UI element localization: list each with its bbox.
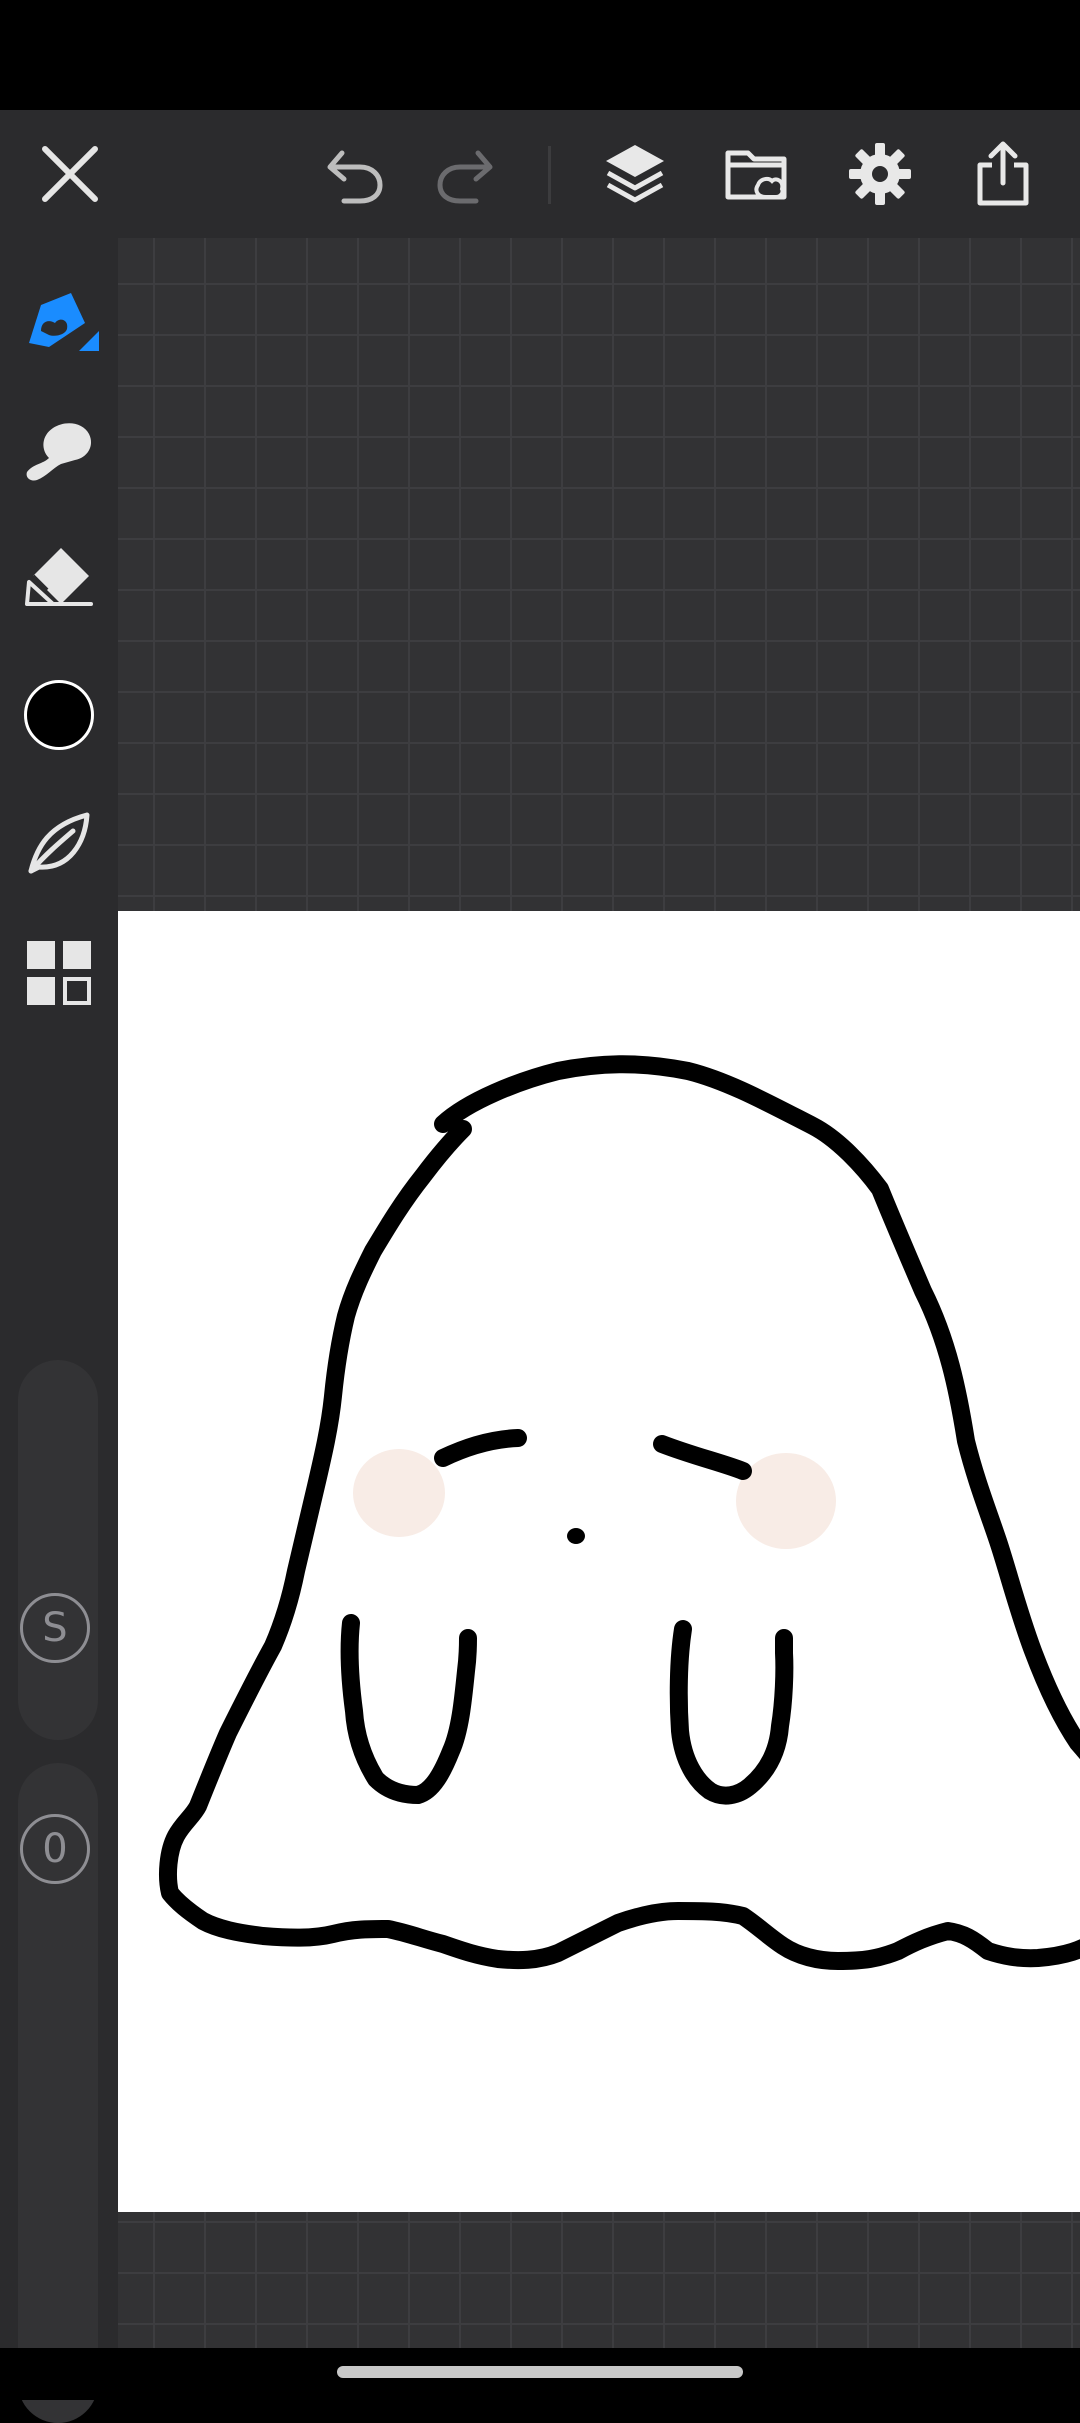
brush-size-label: S: [20, 1593, 90, 1663]
settings-gear-icon: [849, 143, 911, 205]
toolbar-divider: [548, 146, 551, 204]
redo-button[interactable]: [410, 110, 520, 238]
share-button[interactable]: [948, 110, 1058, 238]
left-blush: [353, 1449, 445, 1537]
close-icon: [42, 146, 98, 202]
share-export-icon: [977, 141, 1029, 206]
tiles-grid-icon: [27, 941, 91, 1005]
ghost-outline: [118, 1152, 1004, 1901]
smudge-tool-button[interactable]: [0, 395, 118, 505]
redo-icon: [437, 150, 493, 204]
close-button[interactable]: [15, 110, 125, 238]
left-eye: [434, 1429, 527, 1467]
left-arm: [340, 1614, 477, 1804]
brush-library-button[interactable]: [0, 788, 118, 898]
right-eye: [653, 1435, 752, 1480]
nose: [567, 1528, 585, 1544]
gallery-folder-button[interactable]: [702, 110, 812, 238]
navigation-bar: [0, 2348, 1080, 2400]
gallery-folder-icon: [725, 150, 787, 200]
status-bar: [0, 0, 1080, 110]
home-indicator[interactable]: [337, 2366, 743, 2378]
ghost-body-stroke: [118, 1042, 1054, 1915]
pen-tool-icon: [29, 293, 99, 351]
smudge-finger-icon: [26, 423, 92, 481]
layers-button[interactable]: [580, 110, 690, 238]
right-arm: [669, 1620, 794, 1805]
leaf-brush-icon: [28, 812, 90, 874]
brush-opacity-label: 0: [20, 1814, 90, 1884]
eraser-icon: [25, 548, 93, 606]
brush-size-slider[interactable]: [18, 1360, 98, 1740]
layers-icon: [606, 145, 664, 203]
ghost-drawing: [118, 1042, 1080, 1970]
pen-tool-button[interactable]: [0, 268, 118, 378]
color-swatch: [24, 680, 94, 750]
undo-icon: [327, 150, 383, 204]
settings-button[interactable]: [825, 110, 935, 238]
color-button[interactable]: [0, 660, 118, 770]
undo-button[interactable]: [300, 110, 410, 238]
eraser-tool-button[interactable]: [0, 523, 118, 633]
tool-sidebar: S 0: [0, 238, 118, 2423]
drawing-canvas[interactable]: [118, 911, 1080, 2212]
top-toolbar: [0, 110, 1080, 238]
tiles-button[interactable]: [0, 918, 118, 1028]
ghost-shape-stroke: [159, 1055, 1080, 1970]
